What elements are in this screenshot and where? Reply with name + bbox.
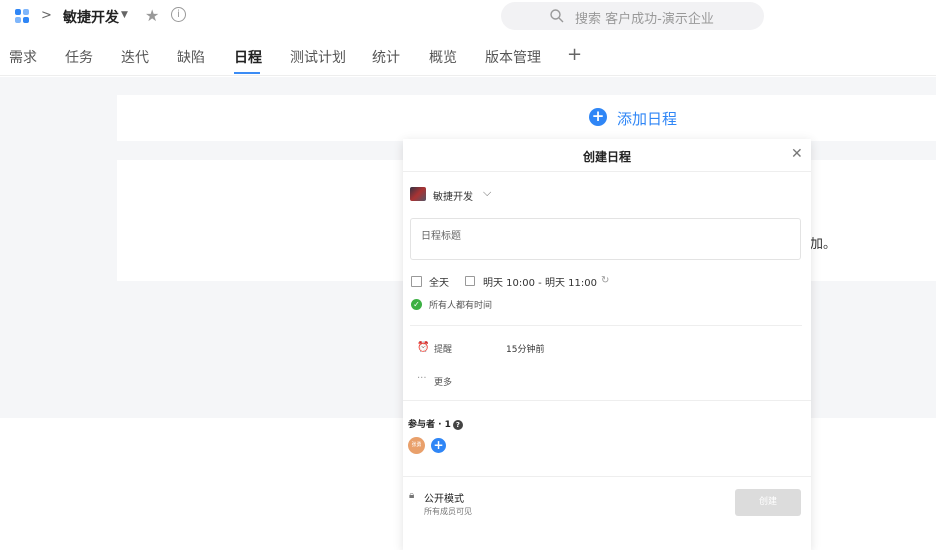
- app-grid-icon[interactable]: [15, 9, 29, 23]
- title-placeholder: 日程标题: [421, 231, 461, 242]
- divider: [410, 325, 802, 326]
- lock-icon: 🔒︎: [409, 490, 415, 501]
- tab-iterations[interactable]: 迭代: [121, 47, 149, 67]
- help-icon[interactable]: ?: [452, 420, 463, 430]
- top-bar: > 敏捷开发 ▼ ★ i 搜索 客户成功-演示企业: [0, 0, 936, 36]
- plus-circle-icon: +: [589, 108, 607, 126]
- more-label: 更多: [434, 378, 453, 388]
- caret-down-icon[interactable]: ▼: [121, 10, 128, 20]
- tab-schedule[interactable]: 日程: [234, 47, 262, 67]
- project-name[interactable]: 敏捷开发: [63, 7, 119, 27]
- participants-heading: 参与者 · 1?: [408, 417, 463, 430]
- reminder-label: 提醒: [434, 345, 453, 355]
- tab-defects[interactable]: 缺陷: [177, 47, 205, 67]
- divider: [403, 171, 811, 172]
- all-day-label: 全天: [429, 278, 449, 289]
- create-button[interactable]: 创建: [735, 489, 801, 516]
- dialog-title: 创建日程: [582, 150, 631, 164]
- tab-statistics[interactable]: 统计: [372, 47, 400, 67]
- tab-test-plan[interactable]: 测试计划: [290, 47, 346, 67]
- search-placeholder: 搜索 客户成功-演示企业: [575, 12, 714, 27]
- public-mode-label[interactable]: 公开模式: [424, 490, 464, 505]
- time-row: 全天 明天 10:00 - 明天 11:00 ↻: [410, 273, 800, 289]
- search-input[interactable]: 搜索 客户成功-演示企业: [501, 2, 764, 30]
- info-icon[interactable]: i: [171, 7, 186, 22]
- divider: [403, 400, 811, 401]
- create-schedule-dialog: 创建日程 ✕ 敏捷开发 ⌵ 日程标题 全天 明天 10:00 - 明天 11:0…: [403, 139, 811, 550]
- repeat-icon[interactable]: ↻: [601, 275, 609, 286]
- tab-version-management[interactable]: 版本管理: [485, 47, 541, 67]
- tab-requirements[interactable]: 需求: [9, 47, 37, 67]
- public-mode-description: 所有成员可见: [424, 507, 472, 516]
- participants-label: 参与者 · 1: [408, 420, 451, 430]
- add-schedule-bar: [117, 95, 936, 141]
- reminder-value: 15分钟前: [506, 345, 545, 355]
- star-icon[interactable]: ★: [145, 6, 159, 25]
- check-circle-icon: ✓: [411, 299, 422, 310]
- add-schedule-label: 添加日程: [617, 110, 678, 128]
- close-icon[interactable]: ✕: [791, 146, 803, 162]
- search-icon: [550, 9, 564, 23]
- add-participant-button[interactable]: +: [431, 438, 446, 453]
- project-thumbnail: [410, 187, 426, 201]
- divider: [403, 476, 811, 477]
- schedule-title-input[interactable]: 日程标题: [410, 218, 801, 260]
- nav-tabs: 需求 任务 迭代 缺陷 日程 测试计划 统计 概览 版本管理 +: [0, 36, 936, 76]
- project-selector-label: 敏捷开发: [433, 192, 473, 203]
- background-text-fragment: 加。: [810, 237, 837, 252]
- chevron-down-icon: ⌵: [483, 186, 492, 199]
- all-day-checkbox[interactable]: [411, 276, 422, 287]
- tab-overview[interactable]: 概览: [429, 47, 457, 67]
- ellipsis-icon: ···: [417, 373, 427, 384]
- breadcrumb-separator: >: [41, 8, 52, 23]
- alarm-clock-icon: ⏰: [417, 342, 430, 353]
- calendar-icon: [465, 276, 475, 286]
- tab-tasks[interactable]: 任务: [65, 47, 93, 67]
- availability-text: 所有人都有时间: [429, 301, 493, 311]
- add-tab-icon[interactable]: +: [567, 44, 582, 65]
- active-tab-indicator: [234, 72, 260, 74]
- avatar[interactable]: 张勇: [408, 437, 425, 454]
- time-range[interactable]: 明天 10:00 - 明天 11:00: [483, 274, 597, 289]
